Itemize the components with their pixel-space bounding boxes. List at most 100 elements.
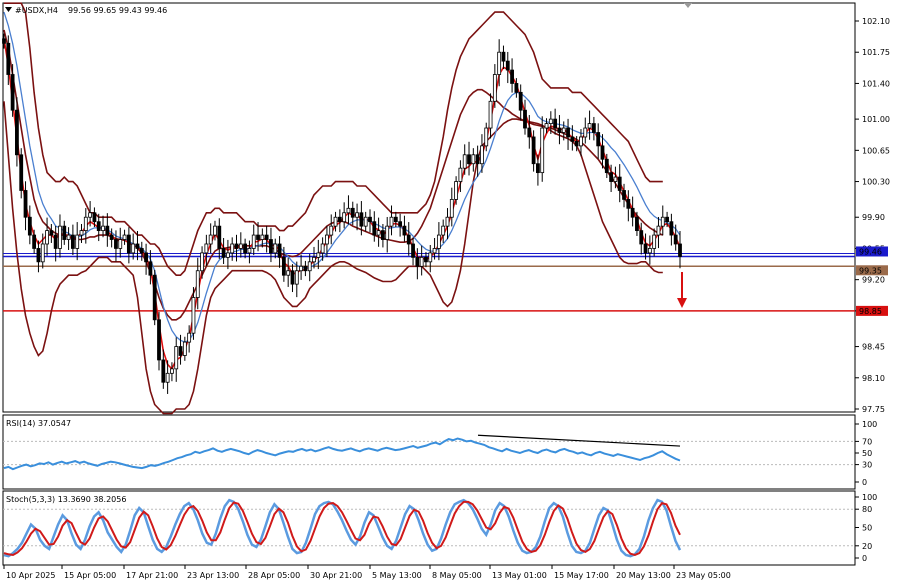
candle-body [402, 225, 407, 236]
candle-body [424, 256, 428, 263]
rsi-tick-label: 100 [862, 420, 877, 429]
candle-body [307, 261, 312, 272]
candle-body [178, 346, 183, 356]
candle-body [363, 216, 368, 227]
candle-body [230, 243, 235, 254]
price-tag-label: 99.35 [859, 266, 882, 275]
candle-body [368, 216, 372, 223]
candle-body [195, 270, 200, 298]
stoch-axis: 100 80 50 20 0 [855, 493, 877, 563]
candle-body [2, 38, 6, 44]
candle-body [325, 234, 329, 245]
candle-body [376, 230, 381, 236]
candle-body [480, 145, 484, 165]
price-tick-label: 102.10 [862, 17, 890, 26]
candle-body [617, 176, 622, 191]
candle-body [32, 234, 37, 249]
candle-body [243, 243, 248, 254]
candle-body [40, 243, 45, 263]
candle-body [665, 216, 669, 223]
candle-body [635, 216, 639, 232]
candle-body [70, 234, 75, 249]
candle-body [669, 221, 674, 236]
candle-body [355, 212, 359, 218]
stoch-tick-label: 50 [862, 524, 872, 533]
candle-body [126, 234, 131, 254]
candle-body [88, 212, 93, 218]
candle-body [122, 234, 127, 240]
candle-body [105, 225, 110, 236]
price-tick-label: 97.75 [862, 405, 885, 414]
candle-body [62, 225, 67, 240]
candle-body [217, 225, 222, 249]
candle-body [622, 190, 626, 200]
candle-body [329, 225, 334, 236]
candle-body [449, 198, 454, 218]
candle-body [548, 118, 553, 124]
candle-body [441, 225, 446, 236]
time-tick-label: 13 May 01:00 [492, 571, 547, 580]
price-tick-label: 101.75 [862, 48, 890, 57]
candle-body [303, 265, 308, 272]
candle-body [247, 248, 252, 254]
time-tick-label: 17 Apr 21:00 [126, 571, 178, 580]
candle-body [225, 252, 230, 258]
candle-body [428, 252, 433, 263]
rsi-panel [2, 414, 856, 490]
rsi-tick-label: 70 [862, 437, 872, 446]
candle-body [333, 216, 338, 227]
candle-body [514, 83, 519, 93]
candle-body [320, 243, 325, 254]
candle-body [678, 243, 682, 257]
candle-body [79, 230, 84, 236]
candle-body [92, 212, 97, 223]
candle-body [462, 154, 467, 169]
candle-body [656, 225, 661, 236]
candle-body [398, 221, 403, 227]
candle-body [174, 346, 179, 370]
candle-body [445, 216, 450, 227]
candle-body [359, 212, 364, 227]
candle-body [419, 256, 424, 267]
candle-body [647, 248, 652, 254]
candle-body [58, 225, 62, 249]
candle-body [505, 60, 510, 71]
price-tick-label: 98.45 [862, 343, 885, 352]
candle-body [23, 190, 28, 218]
candle-body [27, 216, 32, 236]
candle-body [544, 123, 549, 129]
candle-body [488, 100, 493, 129]
price-tag-label: 99.46 [859, 247, 882, 256]
candle-body [501, 51, 506, 62]
candle-body [264, 234, 269, 240]
price-tick-label: 101.40 [862, 79, 890, 88]
candle-body [337, 216, 342, 223]
candle-body [350, 207, 355, 218]
rsi-axis: 100 70 50 30 0 [855, 420, 877, 487]
candle-body [49, 230, 54, 236]
price-axis: 102.10 101.75 101.40 101.00 100.65 100.30 99.9… [855, 17, 890, 414]
candle-body [643, 243, 648, 254]
candle-body [221, 248, 226, 258]
time-tick-label: 23 May 05:00 [676, 571, 731, 580]
candle-body [200, 252, 204, 272]
candle-body [574, 141, 579, 147]
candle-body [286, 270, 291, 276]
stoch-tick-label: 80 [862, 505, 872, 514]
price-tick-label: 100.65 [862, 146, 890, 155]
candle-body [165, 372, 170, 383]
rsi-tick-label: 50 [862, 449, 872, 458]
candle-body [208, 234, 213, 245]
candle-body [346, 207, 351, 214]
candle-body [652, 234, 657, 249]
time-tick-label: 8 May 05:00 [432, 571, 482, 580]
chart-canvas: 102.10 101.75 101.40 101.00 100.65 100.30 99.9… [2, 2, 890, 580]
candle-body [497, 51, 502, 75]
candle-body [251, 234, 256, 249]
candle-body [152, 274, 157, 321]
price-tick-label: 99.20 [862, 276, 885, 285]
candle-body [131, 243, 136, 254]
candle-body [316, 252, 321, 258]
time-tick-label: 28 Apr 05:00 [248, 571, 300, 580]
candle-body [277, 243, 282, 258]
